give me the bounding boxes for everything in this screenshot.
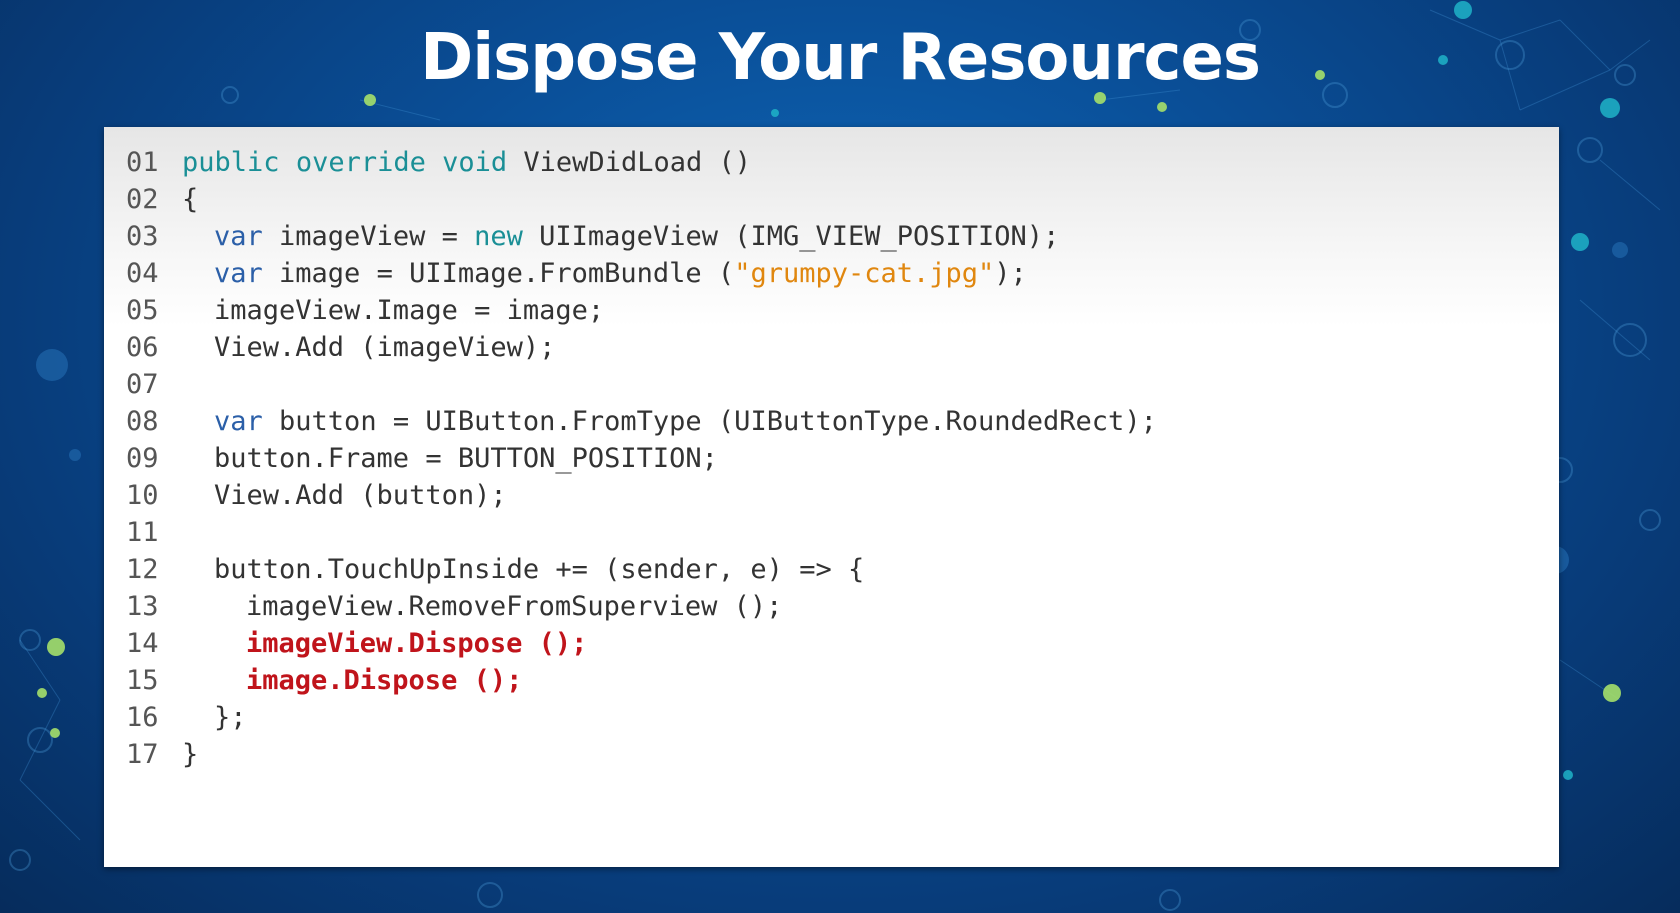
code-line: 06 View.Add (imageView); [126, 329, 1157, 366]
line-number: 12 [126, 554, 159, 585]
code-text: View.Add (imageView); [214, 332, 556, 363]
keyword: var [214, 221, 263, 252]
code-line: 17 } [126, 736, 1157, 773]
keyword: override [295, 147, 426, 178]
line-number: 03 [126, 221, 159, 252]
slide-title: Dispose Your Resources [420, 21, 1261, 95]
code-text: imageView.Image = image; [214, 295, 605, 326]
line-number: 09 [126, 443, 159, 474]
code-line: 04 var image = UIImage.FromBundle ("grum… [126, 255, 1157, 292]
code-line: 07 [126, 366, 1157, 403]
code-text: imageView.RemoveFromSuperview (); [246, 591, 783, 622]
code-text: var image = UIImage.FromBundle ("grumpy-… [214, 258, 1027, 289]
line-number: 01 [126, 147, 159, 178]
line-number: 11 [126, 517, 159, 548]
line-number: 15 [126, 665, 159, 696]
line-number: 07 [126, 369, 159, 400]
line-number: 06 [126, 332, 159, 363]
line-number: 02 [126, 184, 159, 215]
code-line: 15 image.Dispose (); [126, 662, 1157, 699]
code-line: 09 button.Frame = BUTTON_POSITION; [126, 440, 1157, 477]
code-text: button.Frame = BUTTON_POSITION; [214, 443, 718, 474]
code-line: 12 button.TouchUpInside += (sender, e) =… [126, 551, 1157, 588]
line-number: 04 [126, 258, 159, 289]
line-number: 10 [126, 480, 159, 511]
code-text: } [182, 739, 199, 770]
code-line: 16 }; [126, 699, 1157, 736]
line-number: 17 [126, 739, 159, 770]
highlighted-code: imageView.Dispose (); [246, 628, 588, 659]
code-listing: 01 public override void ViewDidLoad () 0… [126, 144, 1157, 773]
code-text: public override void ViewDidLoad () [182, 147, 751, 178]
line-number: 08 [126, 406, 159, 437]
code-text: { [182, 184, 199, 215]
keyword: var [214, 406, 263, 437]
code-line: 02 { [126, 181, 1157, 218]
code-line: 11 [126, 514, 1157, 551]
code-line: 01 public override void ViewDidLoad () [126, 144, 1157, 181]
line-number: 14 [126, 628, 159, 659]
keyword: public [182, 147, 280, 178]
line-number: 13 [126, 591, 159, 622]
highlighted-code: image.Dispose (); [246, 665, 523, 696]
code-text: View.Add (button); [214, 480, 507, 511]
code-text: var imageView = new UIImageView (IMG_VIE… [214, 221, 1060, 252]
code-panel: 01 public override void ViewDidLoad () 0… [104, 127, 1559, 867]
code-line: 05 imageView.Image = image; [126, 292, 1157, 329]
string-literal: "grumpy-cat.jpg" [734, 258, 995, 289]
code-text: }; [214, 702, 247, 733]
code-text: var button = UIButton.FromType (UIButton… [214, 406, 1157, 437]
line-number: 05 [126, 295, 159, 326]
code-line: 08 var button = UIButton.FromType (UIBut… [126, 403, 1157, 440]
line-number: 16 [126, 702, 159, 733]
code-line: 13 imageView.RemoveFromSuperview (); [126, 588, 1157, 625]
keyword: new [474, 221, 523, 252]
code-text: button.TouchUpInside += (sender, e) => { [214, 554, 865, 585]
keyword: void [442, 147, 508, 178]
code-line: 14 imageView.Dispose (); [126, 625, 1157, 662]
code-line: 03 var imageView = new UIImageView (IMG_… [126, 218, 1157, 255]
code-line: 10 View.Add (button); [126, 477, 1157, 514]
keyword: var [214, 258, 263, 289]
